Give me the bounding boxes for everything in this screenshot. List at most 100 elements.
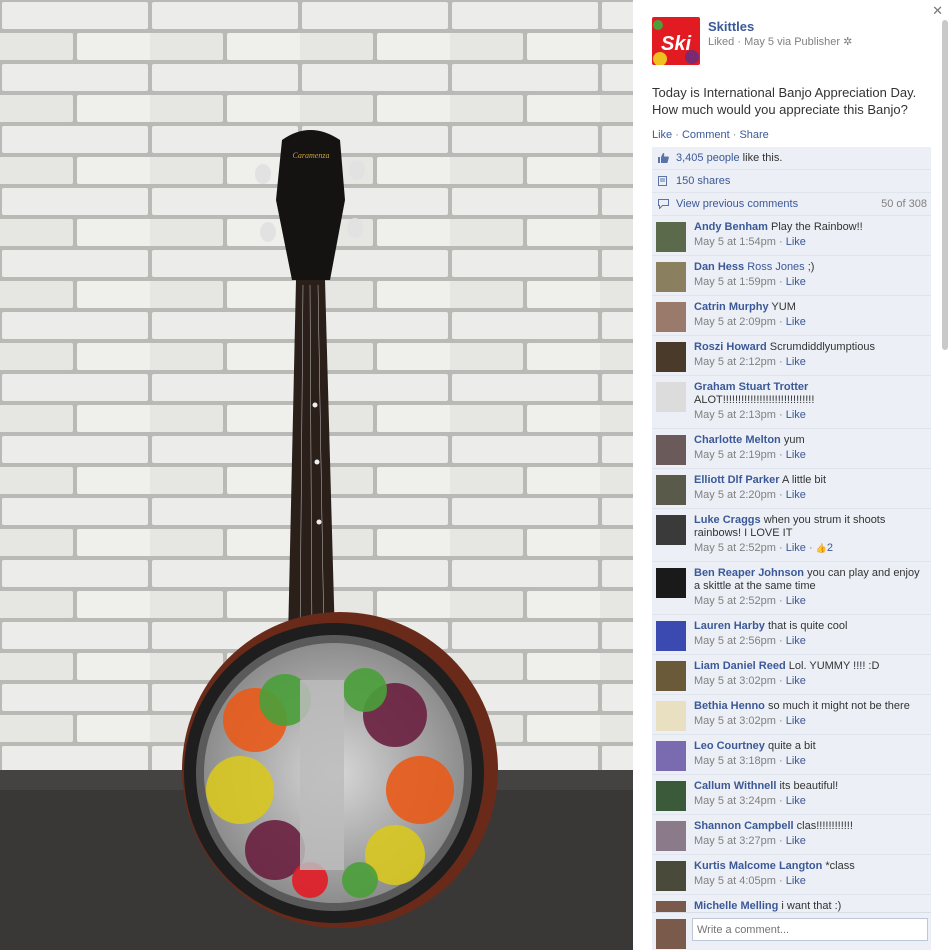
comment-timestamp[interactable]: May 5 at 2:52pm	[694, 542, 776, 554]
share-link[interactable]: Share	[739, 129, 768, 141]
comment-meta: May 5 at 2:12pm · Like	[694, 356, 806, 368]
comment-timestamp[interactable]: May 5 at 4:05pm	[694, 875, 776, 887]
comment-item: Andy Benham Play the Rainbow!! May 5 at 1…	[652, 216, 931, 256]
comment-item: Luke Craggs when you strum it shoots rai…	[652, 509, 931, 562]
comment-timestamp[interactable]: May 5 at 3:02pm	[694, 715, 776, 727]
close-icon[interactable]: ✕	[932, 3, 943, 19]
avatar[interactable]	[656, 262, 686, 292]
commenter-name[interactable]: Ben Reaper Johnson	[694, 567, 804, 579]
like-link[interactable]: Like	[652, 129, 672, 141]
comment-item: Catrin Murphy YUM May 5 at 2:09pm · Like	[652, 296, 931, 336]
commenter-name[interactable]: Graham Stuart Trotter	[694, 381, 808, 393]
commenter-name[interactable]: Luke Craggs	[694, 514, 761, 526]
avatar[interactable]	[656, 515, 686, 545]
comment-text: Scrumdiddlyumptious	[766, 341, 875, 353]
avatar[interactable]	[656, 475, 686, 505]
commenter-name[interactable]: Lauren Harby	[694, 620, 765, 632]
comment-like-link[interactable]: Like	[786, 835, 806, 847]
comment-like-link[interactable]: Like	[786, 635, 806, 647]
avatar[interactable]	[656, 342, 686, 372]
comment-text: clas!!!!!!!!!!!!	[793, 820, 853, 832]
share-icon	[658, 176, 667, 186]
avatar[interactable]	[656, 302, 686, 332]
comment-timestamp[interactable]: May 5 at 1:54pm	[694, 236, 776, 248]
comment-like-link[interactable]: Like	[786, 795, 806, 807]
comment-text: *class	[822, 860, 855, 872]
comment-timestamp[interactable]: May 5 at 2:56pm	[694, 635, 776, 647]
commenter-name[interactable]: Shannon Campbell	[694, 820, 794, 832]
avatar[interactable]	[656, 821, 686, 851]
comment-timestamp[interactable]: May 5 at 2:52pm	[694, 595, 776, 607]
comment-timestamp[interactable]: May 5 at 2:19pm	[694, 449, 776, 461]
comment-like-link[interactable]: Like	[786, 356, 806, 368]
avatar[interactable]	[656, 741, 686, 771]
commenter-name[interactable]: Elliott Dlf Parker	[694, 474, 780, 486]
post-photo[interactable]: Caramenza	[0, 0, 633, 950]
commenter-name[interactable]: Michelle Melling	[694, 900, 778, 912]
comment-timestamp[interactable]: May 5 at 3:27pm	[694, 835, 776, 847]
commenter-name[interactable]: Dan Hess	[694, 261, 744, 273]
comment-meta: May 5 at 3:02pm · Like	[694, 715, 806, 727]
comment-likes-count[interactable]: 👍2	[816, 542, 833, 554]
commenter-name[interactable]: Charlotte Melton	[694, 434, 781, 446]
comment-timestamp[interactable]: May 5 at 2:09pm	[694, 316, 776, 328]
avatar[interactable]	[656, 701, 686, 731]
comment-item: Ben Reaper Johnson you can play and enjo…	[652, 562, 931, 615]
commenter-name[interactable]: Kurtis Malcome Langton	[694, 860, 822, 872]
scrollbar[interactable]	[942, 20, 948, 350]
comment-like-link[interactable]: Like	[786, 316, 806, 328]
comment-like-link[interactable]: Like	[786, 449, 806, 461]
page-name[interactable]: Skittles	[708, 19, 754, 34]
skittles-logo[interactable]: Ski	[652, 17, 700, 65]
comment-like-link[interactable]: Like	[786, 595, 806, 607]
comment-like-link[interactable]: Like	[786, 755, 806, 767]
commenter-name[interactable]: Catrin Murphy	[694, 301, 769, 313]
commenter-name[interactable]: Roszi Howard	[694, 341, 767, 353]
comment-like-link[interactable]: Like	[786, 276, 806, 288]
commenter-name[interactable]: Callum Withnell	[694, 780, 776, 792]
comment-like-link[interactable]: Like	[786, 236, 806, 248]
comment-composer	[652, 912, 931, 950]
comment-timestamp[interactable]: May 5 at 3:18pm	[694, 755, 776, 767]
comment-timestamp[interactable]: May 5 at 2:13pm	[694, 409, 776, 421]
avatar[interactable]	[656, 861, 686, 891]
avatar[interactable]	[656, 568, 686, 598]
comment-input[interactable]	[692, 918, 928, 941]
comment-like-link[interactable]: Like	[786, 715, 806, 727]
avatar[interactable]	[656, 435, 686, 465]
comment-link[interactable]: Comment	[682, 129, 730, 141]
likes-count-link[interactable]: 3,405 people	[676, 152, 740, 164]
commenter-name[interactable]: Liam Daniel Reed	[694, 660, 786, 672]
avatar[interactable]	[656, 621, 686, 651]
comment-like-link[interactable]: Like	[786, 489, 806, 501]
comment-meta: May 5 at 1:54pm · Like	[694, 236, 806, 248]
avatar[interactable]	[656, 382, 686, 412]
comment-like-link[interactable]: Like	[786, 542, 806, 554]
comment-text: Play the Rainbow!!	[767, 221, 863, 233]
comment-meta: May 5 at 2:13pm · Like	[694, 409, 806, 421]
view-previous-comments-link[interactable]: View previous comments	[676, 198, 798, 210]
comment-text: i want that :)	[778, 900, 842, 912]
comment-like-link[interactable]: Like	[786, 409, 806, 421]
comment-like-link[interactable]: Like	[786, 875, 806, 887]
comment-timestamp[interactable]: May 5 at 2:12pm	[694, 356, 776, 368]
comment-like-link[interactable]: Like	[786, 675, 806, 687]
shares-link[interactable]: 150 shares	[676, 175, 730, 187]
comment-timestamp[interactable]: May 5 at 1:59pm	[694, 276, 776, 288]
avatar[interactable]	[656, 781, 686, 811]
commenter-name[interactable]: Leo Courtney	[694, 740, 765, 752]
comment-text: so much it might not be there	[764, 700, 910, 712]
mention-link[interactable]: Ross Jones	[747, 261, 804, 273]
commenter-name[interactable]: Andy Benham	[694, 221, 768, 233]
svg-text:Ski: Ski	[661, 33, 691, 55]
comment-item: Roszi Howard Scrumdiddlyumptious May 5 at…	[652, 336, 931, 376]
commenter-name[interactable]: Bethia Henno	[694, 700, 765, 712]
avatar[interactable]	[656, 661, 686, 691]
comment-meta: May 5 at 3:02pm · Like	[694, 675, 806, 687]
comment-timestamp[interactable]: May 5 at 2:20pm	[694, 489, 776, 501]
comment-item: Graham Stuart Trotter ALOT!!!!!!!!!!!!!!…	[652, 376, 931, 429]
comment-timestamp[interactable]: May 5 at 3:24pm	[694, 795, 776, 807]
comment-timestamp[interactable]: May 5 at 3:02pm	[694, 675, 776, 687]
comment-item: Lauren Harby that is quite cool May 5 at …	[652, 615, 931, 655]
avatar[interactable]	[656, 222, 686, 252]
